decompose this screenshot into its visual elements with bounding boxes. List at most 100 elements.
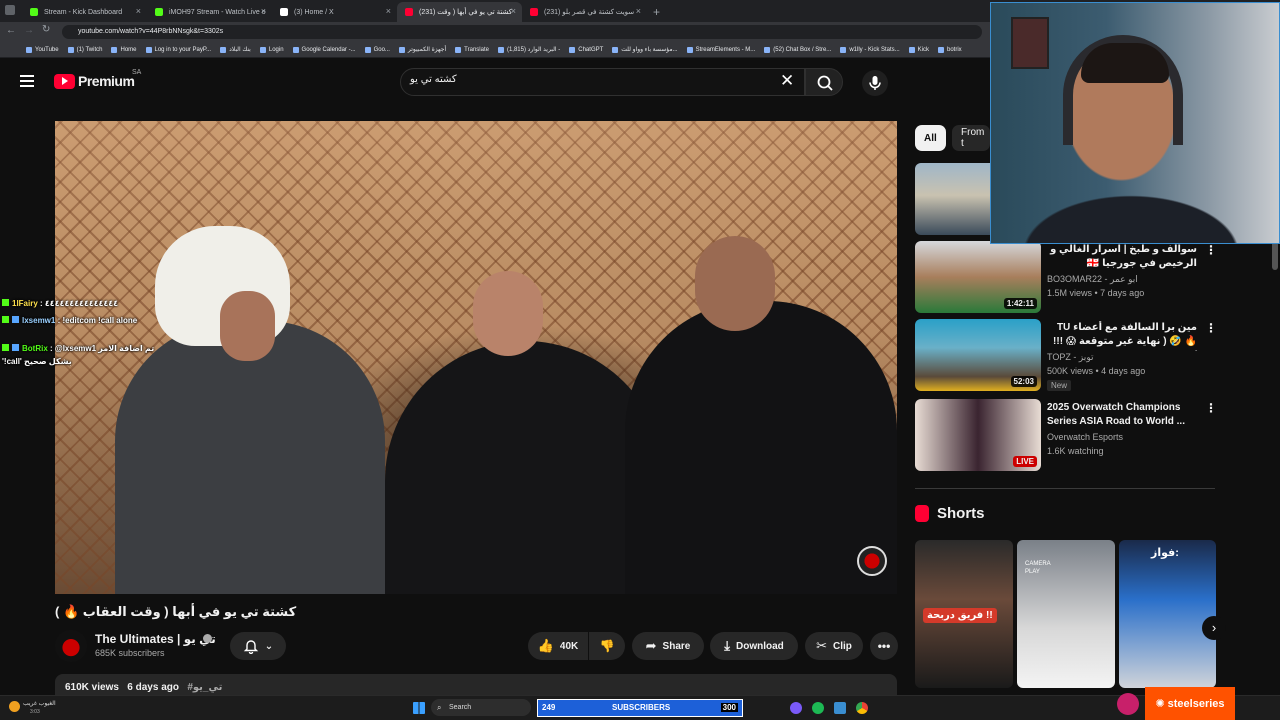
share-button[interactable]: ➦ Share [632,632,704,660]
recommendation-item[interactable]: LIVE 2025 Overwatch Champions Series ASI… [915,399,1217,471]
browser-tab[interactable]: Stream - Kick Dashboard × [22,2,147,22]
recommendation-channel: BO3OMAR22 - ابو عمر [1047,274,1138,284]
bookmark-item[interactable]: Log in to your PayP... [145,46,212,53]
recommendation-thumbnail[interactable] [915,163,990,235]
bookmark-item[interactable]: botrix [938,46,962,53]
share-icon: ➦ [645,638,657,653]
recommendation-title: 2025 Overwatch Champions Series ASIA Roa… [1047,402,1185,427]
bookmark-item[interactable]: Home [111,46,137,53]
steelseries-label: steelseries [1167,697,1225,710]
close-tab-icon[interactable]: × [511,6,516,16]
bookmark-item[interactable]: (52) Chat Box / Stre... [764,46,831,53]
bookmark-icon [220,46,227,53]
bookmark-item[interactable]: Kick [908,46,929,53]
bookmark-icon [908,46,915,53]
bookmark-label: ChatGPT [578,46,604,53]
search-input[interactable] [400,68,805,96]
voice-search-button[interactable] [862,70,888,96]
short-item[interactable]: فواز: [1119,540,1216,688]
taskbar-search[interactable]: ⌕ Search [431,699,531,716]
back-icon[interactable]: ← [6,25,16,36]
bookmark-item[interactable]: أجهزة الكمبيوتر [398,46,446,53]
recommendation-meta: 1.6K watching [1047,446,1104,456]
taskbar-app-icon[interactable] [834,702,846,714]
chip-all[interactable]: All [915,125,946,151]
subscriber-goal-bar: 249 SUBSCRIBERS 300 [537,699,743,717]
like-button[interactable]: 👍 40K [528,632,588,660]
bookmark-item[interactable]: Google Calendar -... [292,46,356,53]
hashtag[interactable]: #تي_يو [187,682,222,693]
channel-avatar[interactable] [55,630,87,662]
bell-icon [243,640,258,654]
more-options-icon[interactable]: ⋮ [1205,321,1217,335]
search-button[interactable] [805,68,843,96]
recommendation-item[interactable]: 1:42:11 سوالف و طبخ | اسرار الغالي و الر… [915,241,1217,313]
bookmark-item[interactable]: w1lly - Kick Stats... [840,46,900,53]
browser-tab[interactable]: iMOH97 Stream - Watch Live o × [147,2,272,22]
tray-app-icon[interactable] [1117,693,1139,715]
short-caption: فريق دربحة !! [923,608,997,623]
shorts-label: Shorts [937,505,985,522]
bookmark-label: Goo... [373,46,390,53]
spotify-icon[interactable] [812,702,824,714]
bookmark-label: Home [120,46,137,53]
address-bar[interactable]: youtube.com/watch?v=44P8rbNNsgk&t=3302s [62,25,982,39]
reload-icon[interactable]: ↻ [42,24,50,35]
short-item[interactable]: CAMERA PLAY [1017,540,1115,688]
upload-age: 6 days ago [127,682,179,693]
bookmark-icon [111,46,118,53]
more-options-icon[interactable]: ⋮ [1205,401,1217,415]
close-tab-icon[interactable]: × [636,6,641,16]
bookmark-item[interactable]: StreamElements - M... [686,46,755,53]
close-tab-icon[interactable]: × [386,6,391,16]
chip-from[interactable]: From t [952,125,990,151]
new-tab-button[interactable]: + [653,5,660,19]
bookmark-item[interactable]: Translate [455,46,489,53]
video-person-left [115,321,385,594]
video-player[interactable] [55,121,897,594]
bookmark-item[interactable]: Goo... [364,46,390,53]
more-actions-button[interactable]: ••• [870,632,898,660]
youtube-logo[interactable]: Premium [54,73,135,89]
chip-label: All [924,132,937,144]
browser-tab[interactable]: (231) سويت كشتة في قصر بلو × [522,2,647,22]
taskbar-search-label: Search [449,704,472,711]
forward-icon[interactable]: → [24,25,34,36]
menu-icon[interactable] [20,75,34,87]
bookmark-item[interactable]: Login [259,46,284,53]
bookmark-item[interactable]: YouTube [26,46,59,53]
weather-text[interactable]: الغيوب غريب [23,700,56,707]
chrome-icon[interactable] [856,702,868,714]
bookmark-icon [67,46,74,53]
taskbar-app-icon[interactable] [790,702,802,714]
bookmark-item[interactable]: بنك البلاد [220,46,251,53]
clip-button[interactable]: ✂ Clip [805,632,863,660]
video-person-right [625,301,897,594]
download-button[interactable]: ⤓ Download [710,632,798,660]
subscriber-count: 685K subscribers [95,648,165,658]
short-item[interactable]: فريق دربحة !! [915,540,1013,688]
recommendation-item[interactable]: 52:03 مين برا السالفة مع أعضاء TU 🔥 🤣 ( … [915,319,1217,391]
dislike-button[interactable]: 👎 [589,632,625,660]
browser-tab-active[interactable]: (231) كشتة تي يو في أبها ( وقت × [397,2,522,22]
bookmark-item[interactable]: ChatGPT [569,46,604,53]
clear-search-icon[interactable]: ✕ [780,71,794,91]
thumbs-up-icon: 👍 [537,638,554,653]
bookmark-item[interactable]: (1) Twitch [67,46,102,53]
tab-search-icon[interactable] [5,5,15,15]
more-options-icon[interactable]: ⋮ [1205,243,1217,257]
tab-title: (231) سويت كشتة في قصر بلو [544,9,635,16]
channel-name[interactable]: The Ultimates | تي يو [95,632,216,646]
webcam-overlay [990,2,1280,244]
bookmark-item[interactable]: مؤسسة باء وواو للت... [612,46,678,53]
chat-text: '!call' بشكل صحيح [2,357,72,366]
close-tab-icon[interactable]: × [261,6,266,16]
bookmark-item[interactable]: (1,815) البريد الوارد - [497,46,560,53]
bookmark-label: Log in to your PayP... [154,46,212,53]
shorts-next-button[interactable]: › [1202,616,1226,640]
windows-start-icon[interactable] [413,702,425,714]
close-tab-icon[interactable]: × [136,6,141,16]
browser-tab[interactable]: (3) Home / X × [272,2,397,22]
notifications-button[interactable]: ⌄ [230,632,286,660]
bookmark-icon [292,46,299,53]
